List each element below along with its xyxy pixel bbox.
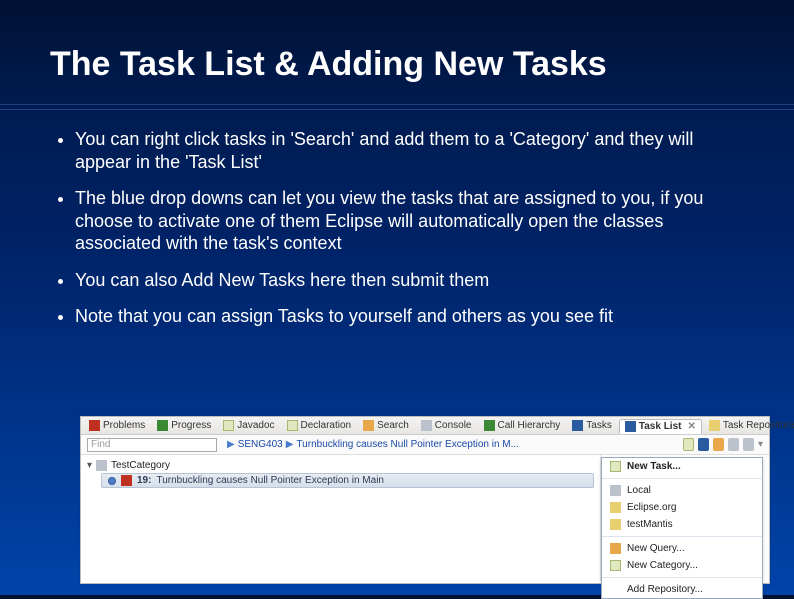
task-list-toolbar: Find ▶ SENG403 ▶ Turnbuckling causes Nul… [81,435,769,455]
task-list-body: ▾ TestCategory 19: Turnbuckling causes N… [81,455,769,581]
collapse-icon[interactable] [728,438,739,451]
menu-label: New Category... [627,560,698,571]
tab-label: Javadoc [237,420,274,431]
tab-label: Progress [171,420,211,431]
query-icon [610,543,621,554]
bullet-list: You can right click tasks in 'Search' an… [0,128,794,328]
console-icon [421,420,432,431]
tab-label: Problems [103,420,145,431]
repo-icon [610,519,621,530]
tab-task-list[interactable]: Task List ✕ [619,419,702,434]
view-tabstrip: Problems Progress Javadoc Declaration Se… [81,417,769,435]
tab-label: Search [377,420,409,431]
chevron-right-icon: ▶ [286,439,294,450]
menu-separator [602,478,762,479]
hierarchy-icon [484,420,495,431]
category-icon [610,560,621,571]
task-number: 19: [137,475,151,486]
slide-title: The Task List & Adding New Tasks [0,0,794,104]
bug-icon [121,475,132,486]
tab-tasks[interactable]: Tasks [567,419,617,432]
tab-console[interactable]: Console [416,419,477,432]
bullet-item: You can also Add New Tasks here then sub… [75,269,739,292]
menu-label: New Query... [627,543,685,554]
find-placeholder: Find [91,439,110,450]
focus-icon[interactable] [743,438,754,451]
menu-repo-mantis[interactable]: testMantis [602,516,762,533]
tab-search[interactable]: Search [358,419,414,432]
tab-label: Task List [639,421,682,432]
menu-repo-local[interactable]: Local [602,482,762,499]
bullet-item: Note that you can assign Tasks to yourse… [75,305,739,328]
tasks-icon [572,420,583,431]
folder-icon [96,460,107,471]
menu-new-task[interactable]: New Task... [602,458,762,475]
task-tree: ▾ TestCategory 19: Turnbuckling causes N… [81,455,601,581]
new-task-menu: New Task... Local Eclipse.org testMantis… [601,457,763,599]
javadoc-icon [223,420,234,431]
menu-new-category[interactable]: New Category... [602,557,762,574]
divider [0,104,794,110]
task-row[interactable]: 19: Turnbuckling causes Null Pointer Exc… [87,472,594,489]
tab-task-repositories[interactable]: Task Repositories [704,419,794,432]
menu-repo-eclipse[interactable]: Eclipse.org [602,499,762,516]
tab-label: Call Hierarchy [498,420,561,431]
eclipse-screenshot: Problems Progress Javadoc Declaration Se… [80,416,770,584]
chevron-right-icon: ▶ [227,439,235,450]
menu-label: testMantis [627,519,673,530]
declaration-icon [287,420,298,431]
bullet-item: The blue drop downs can let you view the… [75,187,739,255]
menu-label: Local [627,485,651,496]
category-row[interactable]: ▾ TestCategory [87,459,594,472]
task-activate-icon[interactable] [108,477,116,485]
categorize-icon[interactable] [698,438,709,451]
close-tab-icon[interactable]: ✕ [687,421,695,432]
blank-icon [610,584,621,595]
search-icon [363,420,374,431]
menu-add-repository[interactable]: Add Repository... [602,581,762,598]
tab-label: Declaration [301,420,352,431]
tab-problems[interactable]: Problems [84,419,150,432]
breadcrumb-task: Turnbuckling causes Null Pointer Excepti… [296,439,519,450]
tab-label: Console [435,420,472,431]
bullet-item: You can right click tasks in 'Search' an… [75,128,739,173]
category-label: TestCategory [111,460,170,471]
new-task-icon [610,461,621,472]
tab-progress[interactable]: Progress [152,419,216,432]
menu-label: Eclipse.org [627,502,676,513]
tab-label: Task Repositories [723,420,794,431]
problems-icon [89,420,100,431]
tab-javadoc[interactable]: Javadoc [218,419,279,432]
find-input[interactable]: Find [87,438,217,452]
repo-icon [709,420,720,431]
synchronize-icon[interactable] [713,438,724,451]
tab-label: Tasks [586,420,612,431]
tab-declaration[interactable]: Declaration [282,419,357,432]
task-title: Turnbuckling causes Null Pointer Excepti… [156,475,384,486]
menu-separator [602,577,762,578]
toolbar-icons: ▾ [683,438,763,451]
menu-label: New Task... [627,461,681,472]
repo-icon [610,502,621,513]
progress-icon [157,420,168,431]
menu-separator [602,536,762,537]
breadcrumb[interactable]: ▶ SENG403 ▶ Turnbuckling causes Null Poi… [227,439,519,450]
menu-new-query[interactable]: New Query... [602,540,762,557]
breadcrumb-group: SENG403 [238,439,283,450]
tab-call-hierarchy[interactable]: Call Hierarchy [479,419,566,432]
view-menu-icon[interactable]: ▾ [758,439,763,450]
expand-icon[interactable]: ▾ [87,460,92,471]
task-list-icon [625,421,636,432]
menu-label: Add Repository... [627,584,703,595]
new-task-icon[interactable] [683,438,694,451]
task-pill[interactable]: 19: Turnbuckling causes Null Pointer Exc… [101,473,594,488]
repo-icon [610,485,621,496]
